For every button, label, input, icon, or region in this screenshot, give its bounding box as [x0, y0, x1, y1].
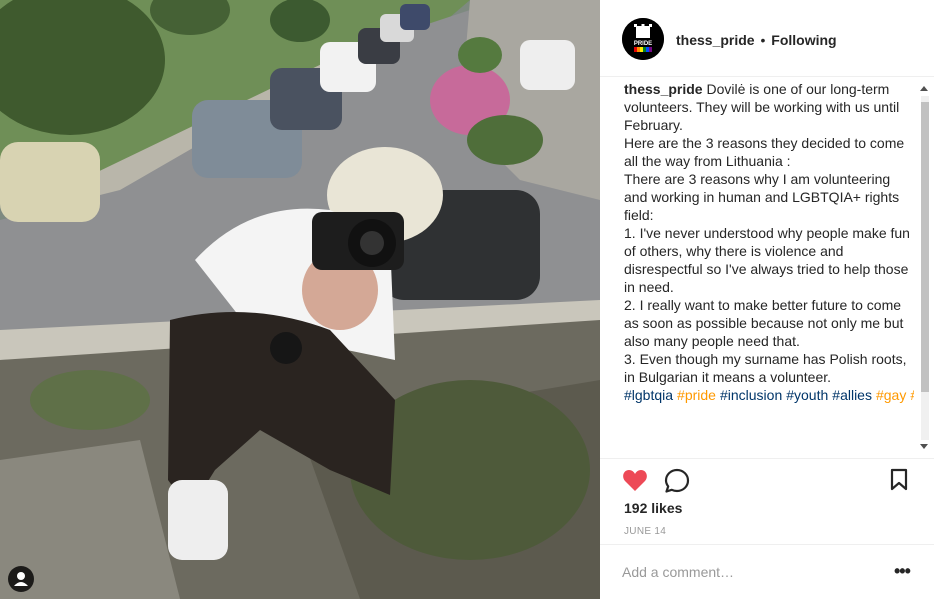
hashtag-link[interactable]: #gay — [876, 387, 906, 403]
header-username[interactable]: thess_pride — [676, 32, 755, 48]
hashtag-link[interactable]: #pride — [677, 387, 716, 403]
post-header: PRIDE thess_pride • Following — [600, 0, 934, 77]
avatar-text: PRIDE — [634, 41, 652, 47]
caption-username[interactable]: thess_pride — [624, 81, 703, 97]
post-photo[interactable] — [0, 0, 600, 599]
comment-bubble-icon[interactable] — [664, 468, 690, 494]
comment-input[interactable] — [622, 560, 882, 584]
post-details-panel: PRIDE thess_pride • Following thess_prid… — [600, 0, 934, 599]
hashtag-list: #lgbtqia #pride #inclusion #youth #allies #ga… — [624, 386, 914, 404]
hashtag-link[interactable]: #allies — [832, 387, 872, 403]
comment-row: ••• — [600, 544, 934, 600]
following-button[interactable]: Following — [771, 32, 836, 48]
person-tag-icon — [14, 572, 28, 586]
header-separator: • — [760, 32, 766, 48]
pride-logo-icon: PRIDE — [622, 18, 664, 60]
hashtag-link[interactable]: #inclusion — [720, 387, 782, 403]
action-bar — [600, 458, 934, 499]
hashtag-link[interactable]: #lesbian — [910, 387, 914, 403]
photo-illustration — [0, 0, 600, 599]
scroll-thumb[interactable] — [921, 102, 929, 392]
post-date: JUNE 14 — [624, 526, 667, 537]
caption-area: thess_pride Dovilė is one of our long-te… — [624, 80, 914, 456]
scroll-down-arrow-icon[interactable] — [920, 444, 928, 449]
caption-scrollbar[interactable] — [918, 80, 930, 456]
heart-icon[interactable] — [622, 469, 648, 493]
scroll-up-arrow-icon[interactable] — [920, 86, 928, 91]
tag-people-button[interactable] — [8, 566, 34, 592]
avatar[interactable]: PRIDE — [622, 18, 664, 60]
hashtag-link[interactable]: #lgbtqia — [624, 387, 673, 403]
caption-text: Dovilė is one of our long-term volunteer… — [624, 81, 910, 385]
more-options-icon[interactable]: ••• — [894, 561, 911, 582]
like-count[interactable]: 192 likes — [624, 500, 682, 516]
header-line: thess_pride • Following — [676, 32, 837, 48]
hashtag-link[interactable]: #youth — [786, 387, 828, 403]
bookmark-icon[interactable] — [889, 468, 909, 492]
